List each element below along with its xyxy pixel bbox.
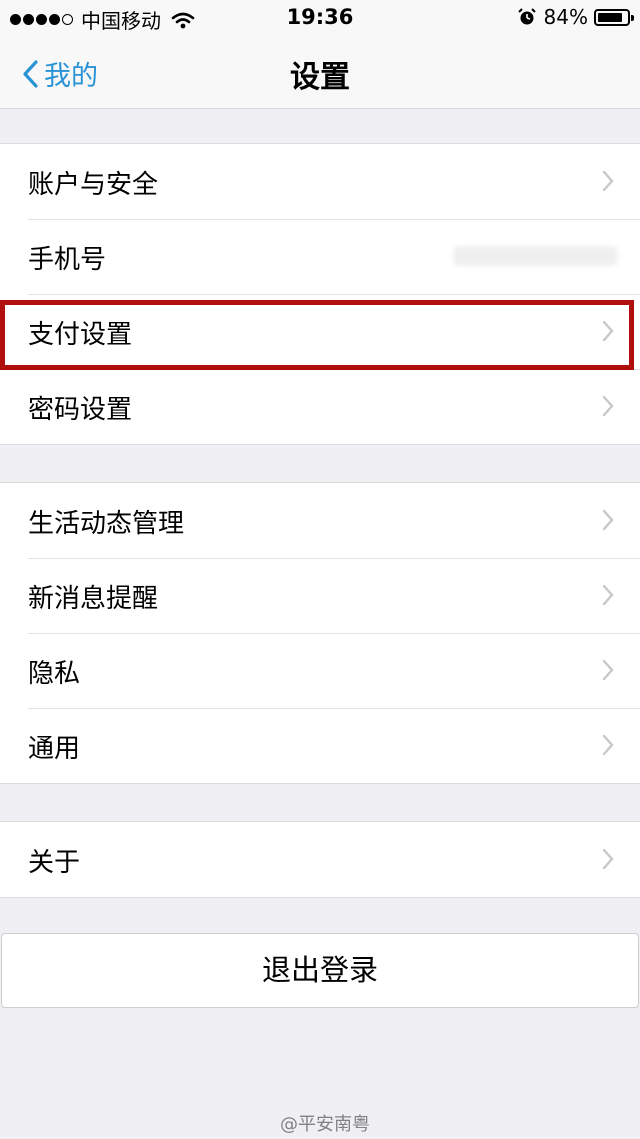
settings-item-privacy[interactable]: 隐私 xyxy=(0,633,640,708)
watermark: @平安南粤 xyxy=(280,1114,370,1135)
navigation-bar: 我的 设置 xyxy=(0,36,640,109)
alarm-icon xyxy=(517,8,536,25)
settings-item-moments-management[interactable]: 生活动态管理 xyxy=(0,483,640,558)
settings-item-label: 新消息提醒 xyxy=(28,584,159,614)
chevron-right-icon xyxy=(602,848,614,870)
settings-group-account: 账户与安全 手机号 支付设置 密码设置 xyxy=(0,143,640,445)
settings-item-label: 账户与安全 xyxy=(28,170,159,200)
settings-item-label: 手机号 xyxy=(28,245,107,275)
chevron-right-icon xyxy=(602,734,614,756)
chevron-right-icon xyxy=(602,659,614,681)
battery-nub xyxy=(631,14,634,21)
chevron-right-icon xyxy=(602,170,614,192)
settings-item-label: 关于 xyxy=(28,848,81,878)
settings-item-account-security[interactable]: 账户与安全 xyxy=(0,144,640,219)
settings-item-notifications[interactable]: 新消息提醒 xyxy=(0,558,640,633)
settings-item-label: 隐私 xyxy=(28,659,81,689)
settings-item-label: 支付设置 xyxy=(28,320,133,350)
chevron-right-icon xyxy=(602,320,614,342)
chevron-right-icon xyxy=(602,584,614,606)
phone-number-value-blurred xyxy=(453,246,618,266)
settings-group-general: 生活动态管理 新消息提醒 隐私 通用 xyxy=(0,482,640,784)
chevron-right-icon xyxy=(602,509,614,531)
status-bar: 中国移动 19:36 84% xyxy=(0,0,640,36)
chevron-right-icon xyxy=(602,395,614,417)
battery-fill xyxy=(598,12,622,22)
battery-icon xyxy=(594,8,634,26)
settings-item-payment[interactable]: 支付设置 xyxy=(0,294,640,369)
settings-item-label: 密码设置 xyxy=(28,395,133,425)
settings-item-password[interactable]: 密码设置 xyxy=(0,369,640,444)
settings-item-phone-number[interactable]: 手机号 xyxy=(0,219,640,294)
page-title: 设置 xyxy=(290,60,350,95)
logout-button[interactable]: 退出登录 xyxy=(1,933,639,1008)
battery-percent: 84% xyxy=(543,5,588,29)
settings-item-about[interactable]: 关于 xyxy=(0,822,640,897)
settings-group-about: 关于 xyxy=(0,821,640,898)
status-right: 84% xyxy=(517,5,634,29)
settings-item-label: 生活动态管理 xyxy=(28,509,185,539)
settings-item-label: 通用 xyxy=(28,734,81,764)
settings-item-general[interactable]: 通用 xyxy=(0,708,640,783)
